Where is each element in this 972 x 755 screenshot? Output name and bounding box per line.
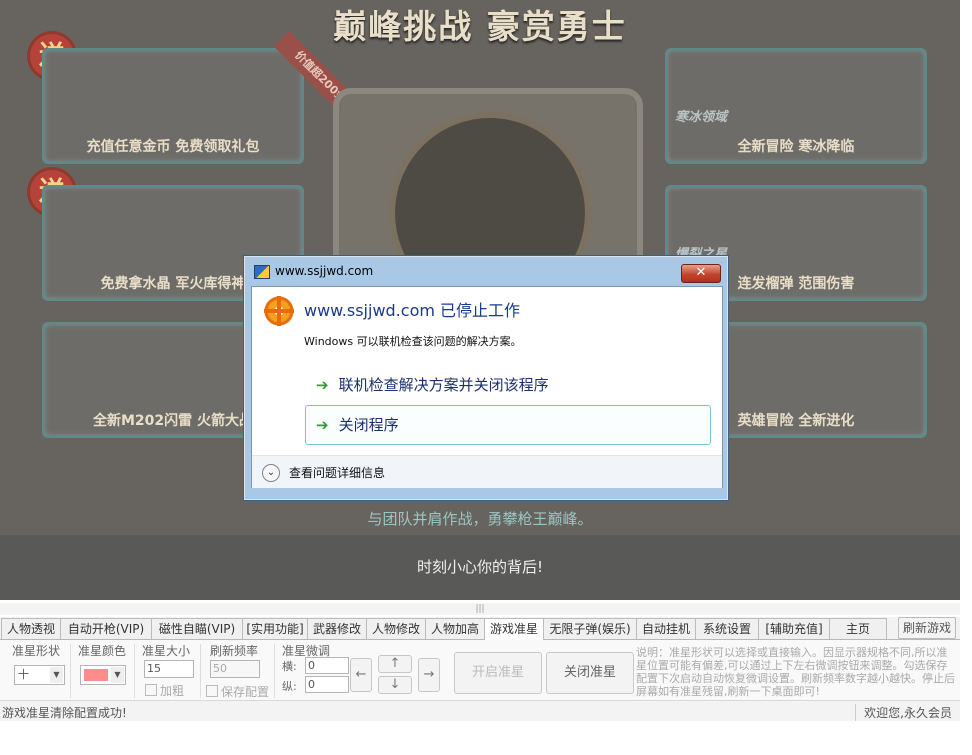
window-edge: [960, 0, 972, 755]
promo-card-frost[interactable]: 寒冰领域 全新冒险 寒冰降临: [665, 48, 927, 164]
crosshair-panel: 准星形状 十 ▼ 准星颜色 ▼ 准星大小 15 加粗 刷新频率 50 保存配置 …: [0, 640, 960, 700]
close-program-label: 关闭程序: [338, 416, 399, 434]
promo-card-frost-caption: 全新冒险 寒冰降临: [737, 139, 855, 155]
shape-select[interactable]: 十 ▼: [14, 665, 65, 685]
left-arrow-icon: ←: [355, 667, 367, 682]
tab-12[interactable]: 主页: [829, 618, 887, 639]
refresh-label: 刷新频率: [210, 644, 259, 658]
splitter-handle[interactable]: |||: [0, 603, 960, 615]
vertical-input[interactable]: 0: [305, 676, 349, 693]
promo-card-gold[interactable]: 价值超200金币 充值任意金币 免费领取礼包: [42, 30, 375, 164]
bold-label: 加粗: [160, 684, 185, 698]
tab-9[interactable]: 自动挂机: [636, 618, 696, 639]
horizontal-input[interactable]: 0: [305, 657, 349, 674]
down-arrow-button[interactable]: ↓: [378, 676, 412, 694]
close-button[interactable]: ✕: [681, 264, 721, 283]
tab-11[interactable]: [辅助充值]: [758, 618, 830, 639]
dialog-heading: www.ssjjwd.com 已停止工作: [304, 301, 521, 320]
check-solution-label: 联机检查解决方案并关闭该程序: [338, 376, 549, 394]
check-solution-option[interactable]: ➔ 联机检查解决方案并关闭该程序: [305, 365, 711, 405]
save-config-label: 保存配置: [221, 685, 270, 699]
dialog-description: Windows 可以联机检查该问题的解决方案。: [304, 335, 522, 348]
vertical-label: 纵:: [282, 680, 297, 693]
green-arrow-icon: ➔: [316, 416, 329, 434]
tab-6[interactable]: 人物加高: [425, 618, 485, 639]
welcome-message: 欢迎您,永久会员: [855, 704, 952, 721]
green-arrow-icon: ➔: [316, 376, 329, 394]
shape-value: 十: [18, 668, 29, 681]
up-arrow-icon: ↑: [389, 656, 401, 671]
promo-card-frost-name: 寒冰领域: [675, 110, 728, 125]
chevron-down-icon: ▼: [111, 667, 124, 683]
chevron-down-icon[interactable]: ⌄: [262, 464, 280, 482]
divider: [70, 644, 71, 698]
close-crosshair-button[interactable]: 关闭准星: [546, 652, 634, 694]
tab-1[interactable]: 自动开枪(VIP): [60, 618, 152, 639]
close-program-option[interactable]: ➔ 关闭程序: [305, 405, 711, 445]
dialog-titlebar[interactable]: www.ssjjwd.com ✕: [244, 256, 728, 286]
app-icon: [254, 265, 270, 279]
checkbox-box: [145, 684, 157, 696]
bold-checkbox[interactable]: 加粗: [145, 682, 184, 699]
tab-8[interactable]: 无限子弹(娱乐): [543, 618, 637, 639]
details-bar: ⌄ 查看问题详细信息: [252, 455, 722, 488]
size-label: 准星大小: [142, 644, 191, 658]
status-message: 游戏准星清除配置成功!: [2, 706, 127, 720]
color-label: 准星颜色: [78, 644, 127, 658]
warning-icon: [264, 296, 294, 326]
help-text: 说明：准星形状可以选择或直接输入。因显示器规格不同,所以准星位置可能有偏差,可以…: [636, 646, 955, 698]
horizontal-label: 横:: [282, 660, 297, 673]
checkbox-box: [206, 685, 218, 697]
start-crosshair-button[interactable]: 开启准星: [454, 652, 542, 694]
refresh-game-button[interactable]: 刷新游戏: [898, 617, 956, 639]
promo-card-gold-caption: 充值任意金币 免费领取礼包: [86, 139, 260, 155]
error-dialog: www.ssjjwd.com ✕ www.ssjjwd.com 已停止工作 Wi…: [243, 255, 729, 501]
left-arrow-button[interactable]: ←: [350, 658, 372, 692]
save-config-checkbox[interactable]: 保存配置: [206, 683, 269, 700]
banner-slogan: 与团队并肩作战，勇攀枪王巅峰。: [367, 510, 593, 528]
size-input[interactable]: 15: [144, 660, 194, 678]
chevron-down-icon: ▼: [50, 667, 63, 683]
right-arrow-button[interactable]: →: [418, 658, 440, 692]
dialog-title: www.ssjjwd.com: [275, 264, 374, 278]
status-bar: 游戏准星清除配置成功! 欢迎您,永久会员: [0, 700, 960, 721]
dialog-body: www.ssjjwd.com 已停止工作 Windows 可以联机检查该问题的解…: [251, 286, 723, 488]
up-arrow-button[interactable]: ↑: [378, 655, 412, 673]
divider: [274, 644, 275, 698]
view-details-link[interactable]: 查看问题详细信息: [289, 464, 385, 481]
banner-warning: 时刻小心你的背后!: [416, 558, 543, 576]
divider: [200, 644, 201, 698]
tab-bar: 人物透视 自动开枪(VIP) 磁性自瞄(VIP) [实用功能] 武器修改 人物修改 人物加高…: [0, 617, 960, 640]
tab-3[interactable]: [实用功能]: [242, 618, 308, 639]
tab-5[interactable]: 人物修改: [366, 618, 426, 639]
tab-0[interactable]: 人物透视: [1, 618, 61, 639]
right-arrow-icon: →: [423, 667, 435, 682]
down-arrow-icon: ↓: [389, 677, 401, 692]
shape-label: 准星形状: [12, 644, 61, 658]
color-swatch: [84, 669, 108, 681]
banner-headline: 巅峰挑战 豪赏勇士: [333, 7, 627, 46]
tab-4[interactable]: 武器修改: [307, 618, 367, 639]
refresh-input[interactable]: 50: [210, 660, 260, 678]
tab-7[interactable]: 游戏准星: [484, 618, 544, 640]
character-frame: [333, 88, 643, 314]
divider: [134, 644, 135, 698]
color-select[interactable]: ▼: [80, 665, 126, 685]
tab-10[interactable]: 系统设置: [695, 618, 759, 639]
tab-2[interactable]: 磁性自瞄(VIP): [151, 618, 243, 639]
